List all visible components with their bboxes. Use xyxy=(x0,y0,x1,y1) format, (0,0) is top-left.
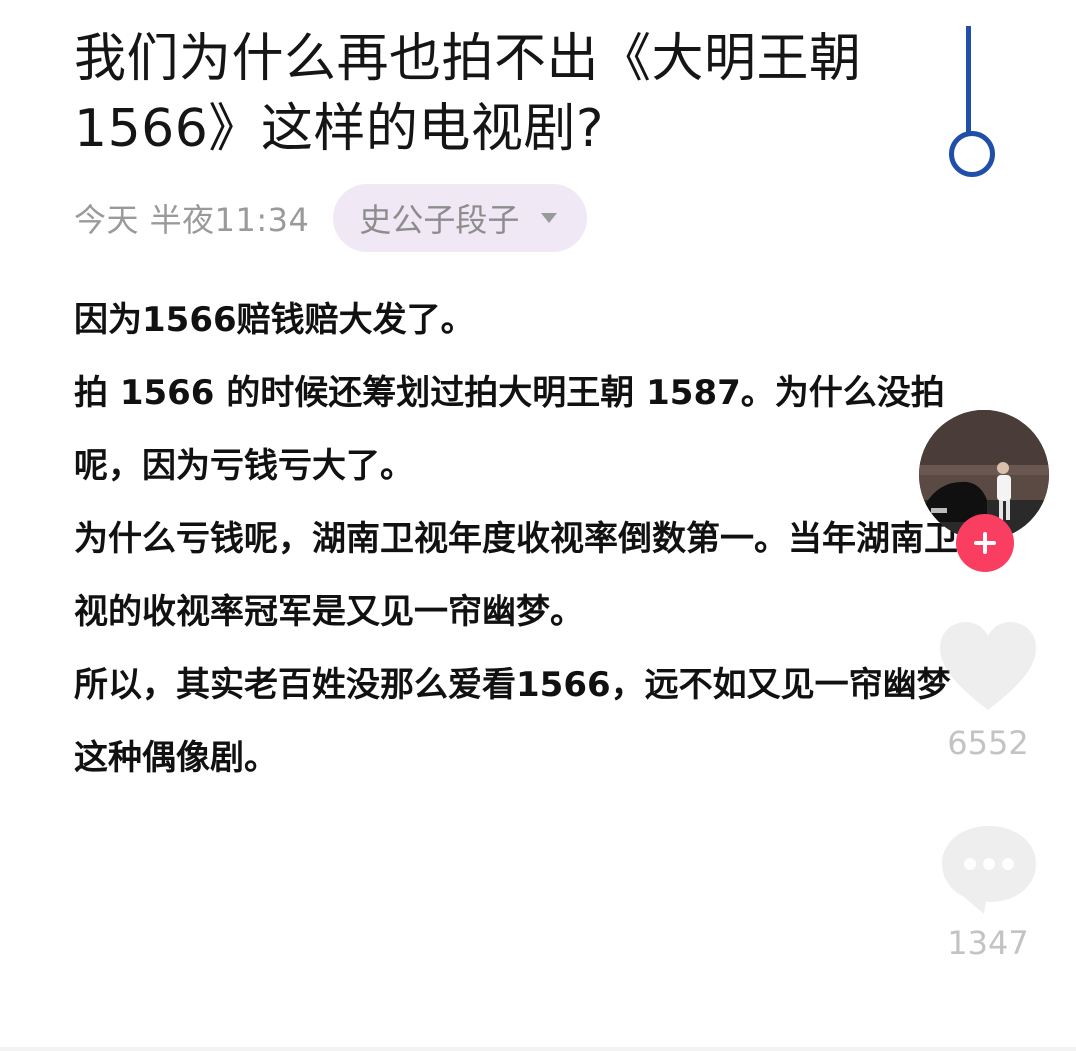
plus-icon xyxy=(974,532,996,554)
like-count: 6552 xyxy=(947,724,1029,762)
paragraph: 为什么亏钱呢，湖南卫视年度收视率倒数第一。当年湖南卫视的收视率冠军是又见一帘幽梦… xyxy=(74,519,958,632)
home-indicator xyxy=(0,1047,1076,1051)
post-title: 我们为什么再也拍不出《大明王朝1566》这样的电视剧? xyxy=(74,29,862,159)
author-chip[interactable]: 史公子段子 xyxy=(333,184,588,252)
text-cursor-line xyxy=(966,26,971,133)
paragraph: 因为1566赔钱赔大发了。 xyxy=(74,300,475,340)
comment-count: 1347 xyxy=(947,924,1029,962)
comment-icon[interactable] xyxy=(934,818,1044,918)
author-name: 史公子段子 xyxy=(359,201,520,239)
post-body: 因为1566赔钱赔大发了。 拍 1566 的时候还筹划过拍大明王朝 1587。为… xyxy=(74,284,984,795)
paragraph: 所以，其实老百姓没那么爱看1566，远不如又见一帘幽梦这种偶像剧。 xyxy=(74,665,951,778)
heart-icon[interactable] xyxy=(932,612,1044,724)
post-meta: 今天 半夜11:34 史公子段子 xyxy=(74,184,588,252)
chevron-down-icon xyxy=(541,213,558,223)
paragraph: 拍 1566 的时候还筹划过拍大明王朝 1587。为什么没拍呢，因为亏钱亏大了。 xyxy=(74,373,945,486)
post-timestamp: 今天 半夜11:34 xyxy=(74,201,310,239)
follow-button[interactable] xyxy=(956,514,1014,572)
text-selection-handle[interactable] xyxy=(949,131,995,177)
